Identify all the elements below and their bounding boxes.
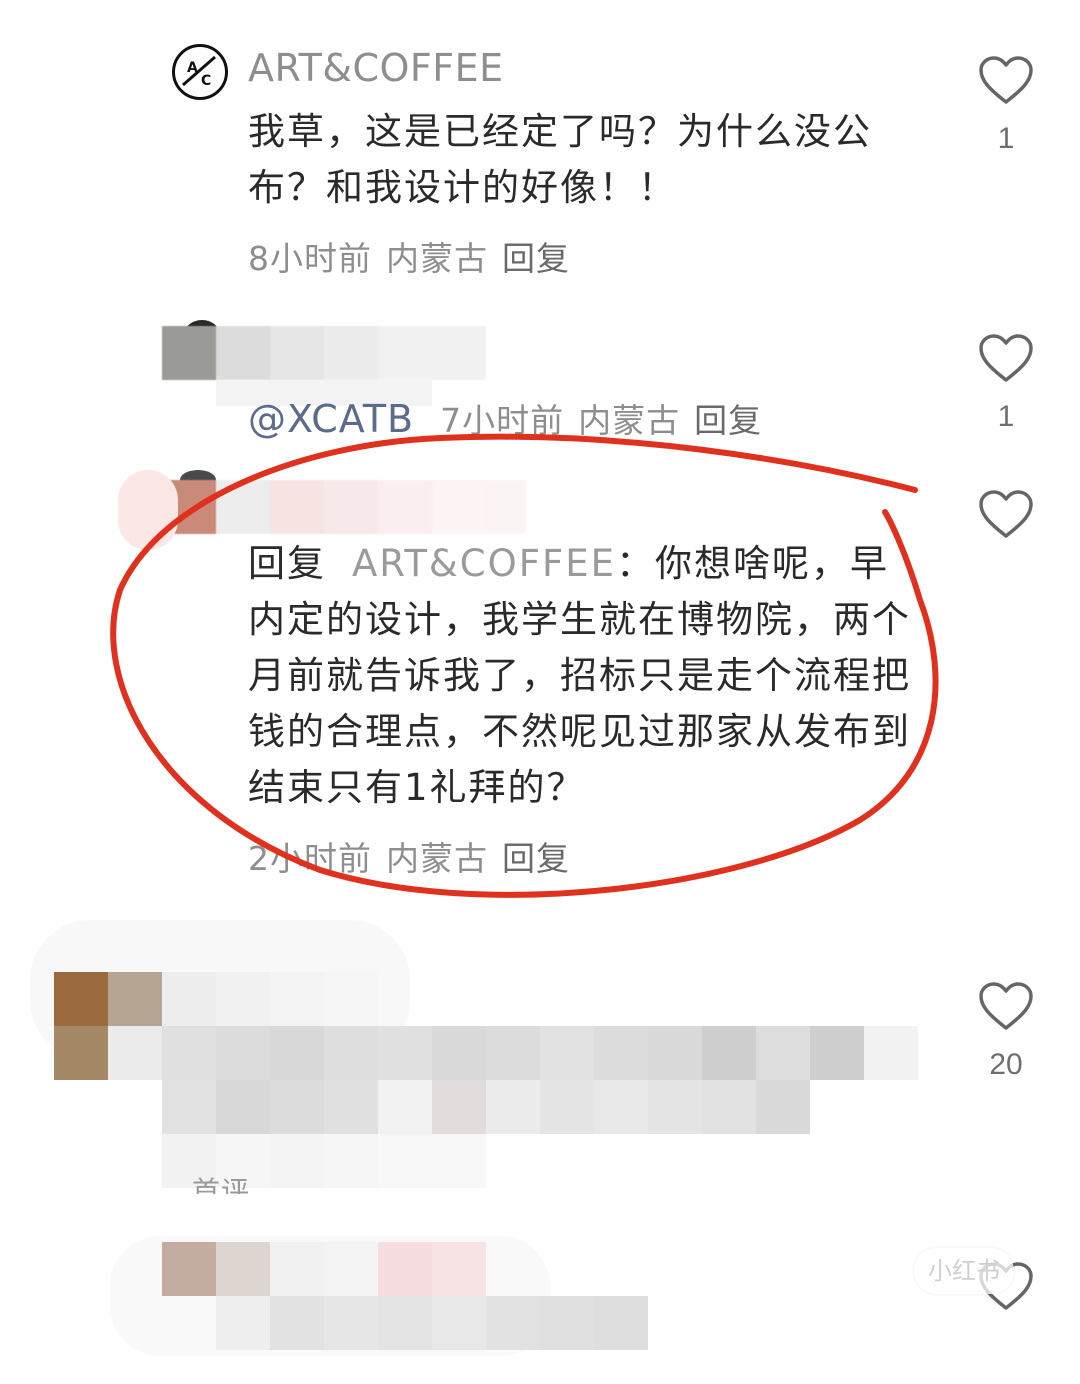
- comment2-username-mosaic: [162, 326, 486, 380]
- heart-outline-icon[interactable]: [978, 982, 1034, 1032]
- comment1-like[interactable]: 1: [976, 56, 1036, 156]
- comment1-text: 我草，这是已经定了吗？为什么没公布？和我设计的好像！！: [248, 110, 872, 209]
- comment2-like[interactable]: 1: [976, 334, 1036, 434]
- comment3-like[interactable]: [976, 490, 1036, 540]
- comment3-reply-prefix: 回复: [248, 542, 326, 585]
- comment3-reply-button[interactable]: 回复: [502, 839, 570, 878]
- comment1-time: 8小时前: [248, 239, 372, 278]
- comment2-mention[interactable]: @XCATB: [248, 397, 414, 441]
- comment1-reply-button[interactable]: 回复: [502, 239, 570, 278]
- art-coffee-avatar[interactable]: A C: [172, 44, 228, 100]
- heart-outline-icon[interactable]: [978, 56, 1034, 106]
- comment3-time: 2小时前: [248, 839, 372, 878]
- comment3-text: 回复 ART&COFFEE：你想啥呢，早内定的设计，我学生就在博物院，两个月前就告…: [248, 536, 918, 816]
- comment1-username[interactable]: ART&COFFEE: [248, 46, 504, 90]
- comment3-quoted-user[interactable]: ART&COFFEE: [352, 542, 616, 585]
- comment3-meta: 2小时前 内蒙古 回复: [248, 832, 584, 880]
- comment4-avatar-mosaic[interactable]: [54, 972, 378, 1026]
- comment3-username-mosaic: [162, 480, 526, 534]
- svg-text:A: A: [187, 60, 198, 76]
- heart-outline-icon[interactable]: [978, 334, 1034, 384]
- comment2-like-count: 1: [997, 400, 1015, 433]
- comment5-row2-mosaic: [216, 1296, 648, 1350]
- art-coffee-logo-icon: A C: [182, 55, 216, 89]
- comment1-like-count: 1: [997, 122, 1015, 155]
- comment3-location: 内蒙古: [386, 839, 488, 878]
- comment4-partial-text: 首评: [192, 1175, 251, 1194]
- comment4-row2-mosaic: [162, 1080, 810, 1134]
- comment1-location: 内蒙古: [386, 239, 488, 278]
- comment2-location: 内蒙古: [578, 401, 681, 440]
- comment2-reply-button[interactable]: 回复: [694, 401, 762, 440]
- comment1-meta: 8小时前 内蒙古 回复: [248, 232, 584, 280]
- heart-outline-icon[interactable]: [978, 490, 1034, 540]
- comment4-row1-mosaic: [54, 1026, 918, 1080]
- comment5-row1-mosaic[interactable]: [162, 1242, 486, 1296]
- comment2-time: 7小时前: [440, 401, 565, 440]
- comment3-mosaic-edge: [118, 470, 178, 550]
- comment4-like[interactable]: 20: [976, 982, 1036, 1082]
- comment4-like-count: 20: [989, 1048, 1023, 1081]
- svg-text:C: C: [201, 73, 211, 89]
- comment2-meta: @XCATB 7小时前 内蒙古 回复: [248, 394, 776, 442]
- xiaohongshu-watermark: 小红书: [914, 1248, 1014, 1294]
